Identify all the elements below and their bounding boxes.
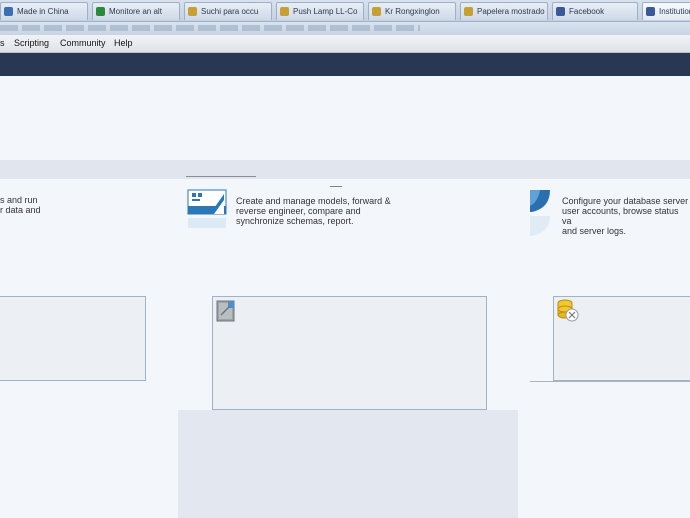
browser-tab[interactable]: Monitore an alt xyxy=(92,2,180,20)
browser-tab-active[interactable]: Institution xyxy=(642,2,690,20)
folder-icon xyxy=(280,7,289,16)
description-line: reverse engineer, compare and xyxy=(236,206,361,216)
page-icon xyxy=(96,7,105,16)
window-title-blur xyxy=(0,25,420,31)
heading-fragment xyxy=(330,186,342,187)
page-icon xyxy=(4,7,13,16)
folder-icon xyxy=(372,7,381,16)
facebook-icon xyxy=(646,7,655,16)
tab-label: Institution xyxy=(659,7,690,16)
menu-item-community[interactable]: Community xyxy=(60,38,106,48)
description-line: r data and xyxy=(0,205,41,215)
panel-footer-fragment xyxy=(530,381,690,382)
menu-item-scripting[interactable]: Scripting xyxy=(14,38,49,48)
section-header-band xyxy=(0,160,690,179)
server-administration-description: Configure your database server user acco… xyxy=(562,196,690,236)
description-line: Configure your database server xyxy=(562,196,689,206)
facebook-icon xyxy=(556,7,565,16)
sql-development-description: s and run r data and xyxy=(0,195,41,215)
data-modeling-icon xyxy=(186,188,228,232)
browser-tab[interactable]: Push Lamp LL-Co xyxy=(276,2,364,20)
server-instances-panel[interactable] xyxy=(553,296,690,381)
sql-connections-panel[interactable] xyxy=(0,296,146,381)
description-line: and server logs. xyxy=(562,226,627,236)
menu-bar: s Scripting Community Help xyxy=(0,35,690,53)
tab-label: Facebook xyxy=(569,7,605,16)
data-modeling-description: Create and manage models, forward & reve… xyxy=(236,196,391,226)
bottom-content-panel xyxy=(178,410,518,518)
browser-tab-strip: Made in China Monitore an alt Suchi para… xyxy=(0,0,690,22)
header-bar xyxy=(0,53,690,76)
browser-tab[interactable]: Kr Rongxinglon xyxy=(368,2,456,20)
tab-label: Made in China xyxy=(17,7,69,16)
description-line: user accounts, browse status va xyxy=(562,206,679,226)
tab-label: Push Lamp LL-Co xyxy=(293,7,358,16)
menu-item-help[interactable]: Help xyxy=(114,38,133,48)
window-title-bar xyxy=(0,22,690,35)
heading-fragment xyxy=(186,176,256,177)
menu-item-partial[interactable]: s xyxy=(0,38,5,48)
description-line: Create and manage models, forward & xyxy=(236,196,391,206)
models-panel[interactable] xyxy=(212,296,487,410)
tab-label: Papelera mostrado xyxy=(477,7,545,16)
folder-icon xyxy=(464,7,473,16)
browser-tab[interactable]: Made in China xyxy=(0,2,88,20)
folder-icon xyxy=(188,7,197,16)
description-line: s and run xyxy=(0,195,38,205)
description-line: synchronize schemas, report. xyxy=(236,216,354,226)
browser-tab[interactable]: Suchi para occu xyxy=(184,2,272,20)
tab-label: Suchi para occu xyxy=(201,7,259,16)
model-file-icon[interactable] xyxy=(216,300,236,324)
browser-tab[interactable]: Facebook xyxy=(552,2,638,20)
server-administration-icon xyxy=(528,188,554,242)
tab-label: Kr Rongxinglon xyxy=(385,7,440,16)
browser-tab[interactable]: Papelera mostrado xyxy=(460,2,548,20)
tab-label: Monitore an alt xyxy=(109,7,162,16)
database-server-icon[interactable] xyxy=(556,299,580,325)
